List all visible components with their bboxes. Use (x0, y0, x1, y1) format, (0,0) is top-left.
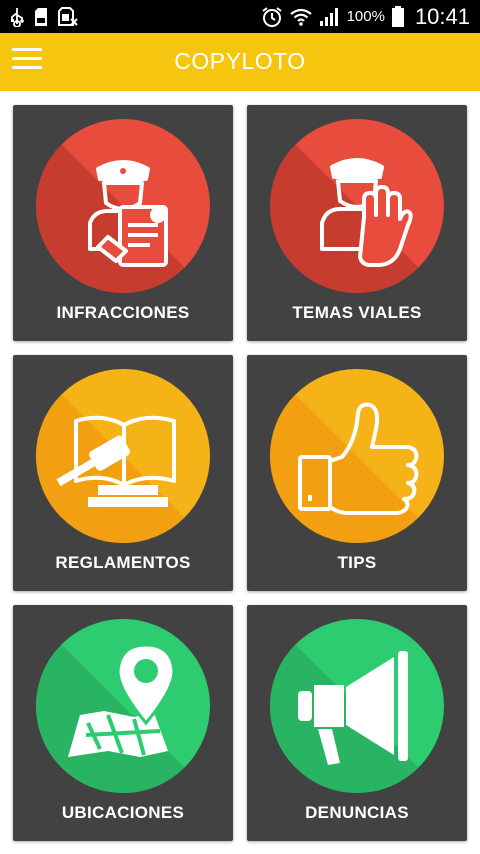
tile-label: TIPS (337, 553, 377, 572)
battery-icon (391, 5, 405, 28)
tile-temas-viales[interactable]: TEMAS VIALES (247, 105, 467, 341)
tile-infracciones[interactable]: INFRACCIONES (13, 105, 233, 341)
tile-label: UBICACIONES (61, 803, 185, 822)
tile-label: REGLAMENTOS (55, 553, 191, 572)
map-pin-icon (36, 619, 210, 793)
book-gavel-icon (36, 369, 210, 543)
tile-label: TEMAS VIALES (292, 303, 422, 322)
clock-time: 10:41 (414, 3, 470, 29)
category-grid: INFRACCIONES TEMAS VIALES REGLAMENTOS TI… (0, 91, 480, 854)
wifi-icon (289, 7, 313, 27)
officer-stop-hand-icon (270, 119, 444, 293)
signal-icon (319, 7, 341, 27)
megaphone-icon (270, 619, 444, 793)
battery-percent: 100% (346, 8, 385, 25)
tile-denuncias[interactable]: DENUNCIAS (247, 605, 467, 841)
thumbs-up-icon (270, 369, 444, 543)
tile-label: INFRACCIONES (56, 303, 190, 322)
app-bar: COPYLOTO (0, 33, 480, 91)
usb-icon (10, 7, 24, 27)
tile-ubicaciones[interactable]: UBICACIONES (13, 605, 233, 841)
tile-label: DENUNCIAS (305, 803, 409, 822)
alarm-icon (261, 6, 283, 28)
sim-off-icon (58, 7, 78, 27)
officer-ticket-icon (36, 119, 210, 293)
sd-card-icon (34, 7, 48, 27)
tile-tips[interactable]: TIPS (247, 355, 467, 591)
app-title: COPYLOTO (174, 48, 306, 74)
status-bar: 100% 10:41 (0, 0, 480, 33)
tile-reglamentos[interactable]: REGLAMENTOS (13, 355, 233, 591)
